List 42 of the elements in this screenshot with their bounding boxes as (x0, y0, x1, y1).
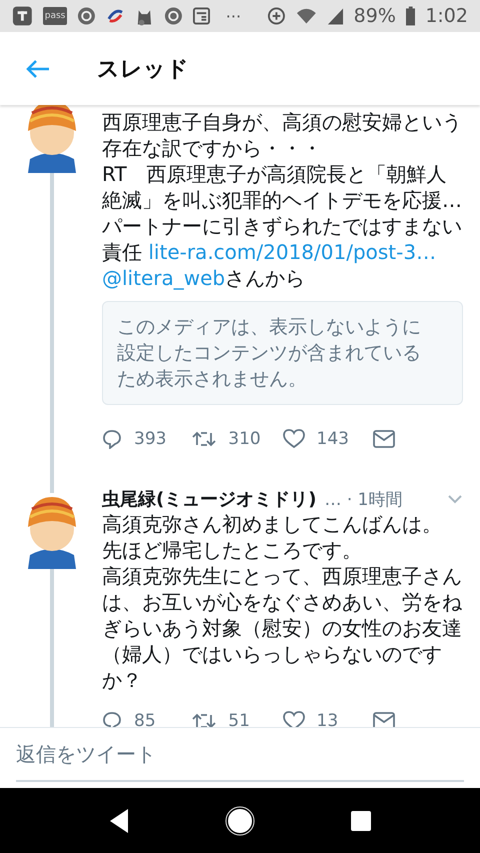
notice-text: このメディアは、表示しないように設定したコンテンツが含まれているため表示されません。 (117, 315, 422, 392)
reply-icon[interactable] (102, 429, 122, 449)
tweet-text: 先ほど帰宅したところです。 (102, 537, 363, 563)
retweet-icon[interactable] (192, 429, 216, 449)
app-icon (12, 5, 33, 27)
battery-icon (406, 6, 416, 26)
heart-icon[interactable] (282, 711, 304, 727)
home-icon[interactable] (224, 806, 255, 836)
envelope-icon[interactable] (372, 711, 395, 727)
like-count: 13 (316, 711, 338, 727)
author-name[interactable]: 虫尾緑(ミュージオミドリ) (102, 487, 316, 511)
chat-icon (164, 6, 183, 26)
envelope-icon[interactable] (372, 429, 395, 449)
reply-field[interactable]: 返信をツイート (16, 728, 464, 782)
tweet-text: 高須克弥さん初めましてこんばんは。 (102, 511, 443, 537)
link[interactable]: lite-ra.com/2018/01/post-3… (148, 240, 436, 264)
tweet-time: … · 1時間 (324, 488, 404, 510)
retweet-icon[interactable] (192, 711, 216, 727)
data-saver-icon (267, 6, 286, 26)
tweet-text: 高須克弥先生にとって、西原理恵子さんは、お互いが心をなぐさめあい、労をねぎらいあう対象（慰安）の女性のお友達（婦人）ではいらっしゃらないのですか？ (102, 563, 463, 693)
app-icon: pass (42, 7, 68, 25)
recents-icon[interactable] (350, 810, 372, 832)
news-icon (192, 6, 210, 26)
chat-icon (77, 6, 96, 26)
tweet-text: RT 西原理恵子が高須院長と「朝鮮人絶滅」を叫ぶ犯罪的ヘイトデモを応援…パートナーに引きずられたではすまない責任 lite-ra.com/2018/01/post-3… (102, 161, 463, 265)
retweet-count: 51 (228, 711, 250, 727)
like-count: 143 (316, 429, 349, 449)
link[interactable]: @litera_web (102, 266, 226, 290)
signal-icon (326, 6, 344, 26)
reply-icon[interactable] (102, 711, 122, 727)
tweet-text: 西原理恵子自身が、高須の慰安婦という存在な訳ですから・・・ (102, 109, 463, 161)
battery-level: 89% (354, 5, 396, 27)
tweet-text: @litera_webさんから (102, 265, 306, 291)
retweet-count: 310 (228, 429, 261, 449)
wifi-icon (296, 7, 317, 25)
reply-count: 393 (134, 429, 166, 449)
clock: 1:02 (425, 5, 468, 27)
reply-count: 85 (134, 711, 156, 727)
page-title: スレッド (97, 56, 189, 84)
heart-icon[interactable] (282, 429, 304, 449)
overflow-dots: ··· (226, 6, 242, 26)
back-icon[interactable] (108, 808, 130, 834)
